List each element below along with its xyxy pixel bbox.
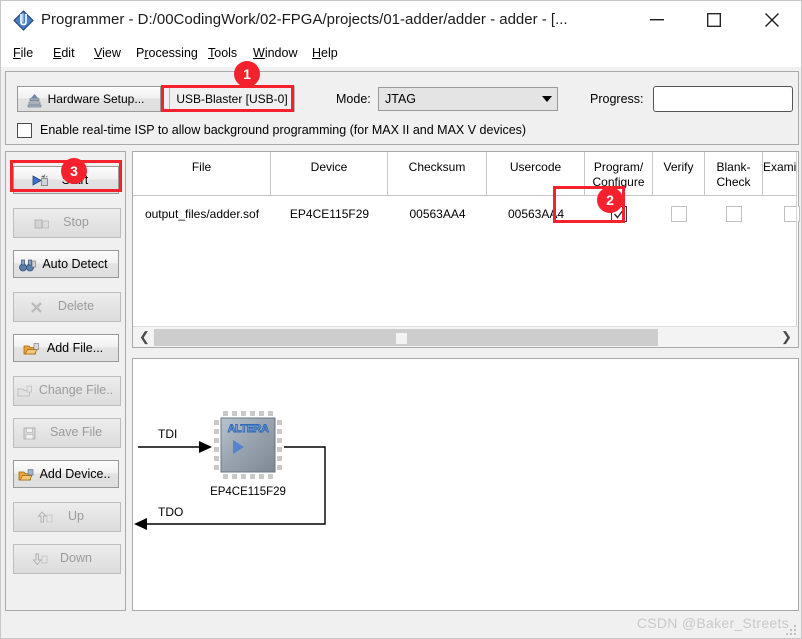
column-header-verify[interactable]: Verify xyxy=(653,152,705,196)
annotation-badge-2: 2 xyxy=(597,187,623,213)
arrow-up-icon xyxy=(37,508,53,534)
cell-device: EP4CE115F29 xyxy=(289,207,370,221)
menu-tools[interactable]: Tools xyxy=(204,44,241,62)
stop-icon xyxy=(34,214,50,240)
table-row[interactable]: output_files/adder.sof EP4CE115F29 00563… xyxy=(133,196,800,238)
device-chain-table: File Device Checksum Usercode Program/ C… xyxy=(132,151,800,348)
column-header-checksum[interactable]: Checksum xyxy=(388,152,487,196)
programmer-window: Programmer - D:/00CodingWork/02-FPGA/pro… xyxy=(0,0,802,639)
tdi-label: TDI xyxy=(158,427,178,441)
table-header-row: File Device Checksum Usercode Program/ C… xyxy=(133,152,798,196)
auto-detect-button-label: Auto Detect xyxy=(42,257,108,271)
watermark-text: CSDN @Baker_Streets xyxy=(636,615,789,631)
hardware-setup-panel: Hardware Setup... USB-Blaster [USB-0] Mo… xyxy=(5,71,799,145)
menu-file[interactable]: File xyxy=(9,44,37,62)
scroll-track[interactable] xyxy=(154,329,756,346)
fpga-device-icon[interactable]: ALTERA xyxy=(212,409,284,481)
arrow-down-icon xyxy=(32,550,48,576)
scroll-thumb-grip xyxy=(396,333,407,344)
title-bar: Programmer - D:/00CodingWork/02-FPGA/pro… xyxy=(1,1,801,39)
annotation-badge-1: 1 xyxy=(234,61,260,87)
cell-usercode: 00563AA4 xyxy=(507,207,565,221)
add-device-button[interactable]: Add Device.. xyxy=(13,460,119,488)
menu-window[interactable]: Window xyxy=(249,44,301,62)
scroll-right-icon[interactable]: ❯ xyxy=(777,327,796,347)
move-down-button[interactable]: Down xyxy=(13,544,121,574)
maximize-button[interactable] xyxy=(691,1,737,39)
chevron-down-icon[interactable] xyxy=(542,96,552,102)
mode-value: JTAG xyxy=(385,92,417,106)
save-file-icon xyxy=(23,424,39,450)
blank-check-checkbox[interactable] xyxy=(726,206,742,222)
move-up-button-label: Up xyxy=(68,509,84,523)
chain-wiring xyxy=(134,441,326,530)
resize-grip-icon[interactable] xyxy=(786,623,798,635)
add-file-button-label: Add File... xyxy=(46,341,104,355)
svg-text:ALTERA: ALTERA xyxy=(228,423,269,435)
menu-view[interactable]: View xyxy=(90,44,125,62)
progress-bar xyxy=(653,86,793,112)
add-file-button[interactable]: Add File... xyxy=(13,334,119,362)
quartus-programmer-icon xyxy=(13,10,34,31)
table-horizontal-scrollbar[interactable]: ❮ ❯ xyxy=(133,326,798,347)
cell-checksum: 00563AA4 xyxy=(409,207,466,221)
add-device-icon xyxy=(18,466,34,492)
verify-checkbox[interactable] xyxy=(671,206,687,222)
delete-button[interactable]: Delete xyxy=(13,292,121,322)
column-header-program-configure[interactable]: Program/ Configure xyxy=(585,152,653,196)
menu-processing[interactable]: Processing xyxy=(132,44,202,62)
fpga-device-label: EP4CE115F29 xyxy=(210,486,286,498)
add-file-icon xyxy=(23,340,40,366)
binoculars-icon xyxy=(19,256,36,282)
save-file-button[interactable]: Save File xyxy=(13,418,121,448)
delete-button-label: Delete xyxy=(57,299,95,313)
hardware-setup-label: Hardware Setup... xyxy=(47,92,145,106)
delete-x-icon xyxy=(30,298,45,324)
action-button-panel: Start Stop Auto Detect xyxy=(5,151,126,611)
enable-realtime-isp-checkbox[interactable] xyxy=(17,123,32,138)
column-header-device[interactable]: Device xyxy=(271,152,388,196)
close-button[interactable] xyxy=(749,1,795,39)
scroll-thumb[interactable] xyxy=(154,329,658,346)
tdo-label: TDO xyxy=(158,505,184,519)
add-device-button-label: Add Device.. xyxy=(39,467,111,481)
column-header-usercode[interactable]: Usercode xyxy=(487,152,585,196)
window-title: Programmer - D:/00CodingWork/02-FPGA/pro… xyxy=(41,11,568,28)
jtag-chain-diagram: TDI TDO ALTERA EP4CE115F29 xyxy=(132,358,799,611)
hardware-icon xyxy=(27,92,42,116)
stop-button[interactable]: Stop xyxy=(13,208,121,238)
change-file-button[interactable]: Change File.. xyxy=(13,376,121,406)
table-vertical-scrollbar[interactable] xyxy=(796,152,798,327)
move-up-button[interactable]: Up xyxy=(13,502,121,532)
move-down-button-label: Down xyxy=(60,551,92,565)
mode-label: Mode: xyxy=(336,92,371,106)
scroll-left-icon[interactable]: ❮ xyxy=(135,327,154,347)
column-header-examine[interactable]: Examine xyxy=(763,152,796,196)
stop-button-label: Stop xyxy=(63,215,89,229)
minimize-button[interactable] xyxy=(634,1,680,39)
annotation-badge-3: 3 xyxy=(61,158,87,184)
menu-bar: File Edit View Processing Tools Window H… xyxy=(1,39,801,101)
cell-file: output_files/adder.sof xyxy=(144,207,260,221)
program-header-line2: Configure xyxy=(592,175,645,189)
column-header-blank-check[interactable]: Blank- Check xyxy=(705,152,763,196)
hardware-value-field[interactable]: USB-Blaster [USB-0] xyxy=(169,86,295,112)
hardware-setup-button[interactable]: Hardware Setup... xyxy=(17,86,161,112)
change-file-button-label: Change File.. xyxy=(38,383,114,397)
auto-detect-button[interactable]: Auto Detect xyxy=(13,250,119,278)
start-icon xyxy=(32,172,49,198)
change-file-icon xyxy=(17,382,33,408)
progress-label: Progress: xyxy=(590,92,644,106)
enable-realtime-isp-label: Enable real-time ISP to allow background… xyxy=(40,123,527,137)
menu-edit[interactable]: Edit xyxy=(49,44,79,62)
blank-header-line1: Blank- xyxy=(716,160,751,174)
mode-select[interactable]: JTAG xyxy=(378,87,558,111)
column-header-file[interactable]: File xyxy=(133,152,271,196)
menu-help[interactable]: Help xyxy=(308,44,342,62)
program-header-line1: Program/ xyxy=(593,160,644,174)
blank-header-line2: Check xyxy=(716,175,751,189)
save-file-button-label: Save File xyxy=(49,425,103,439)
